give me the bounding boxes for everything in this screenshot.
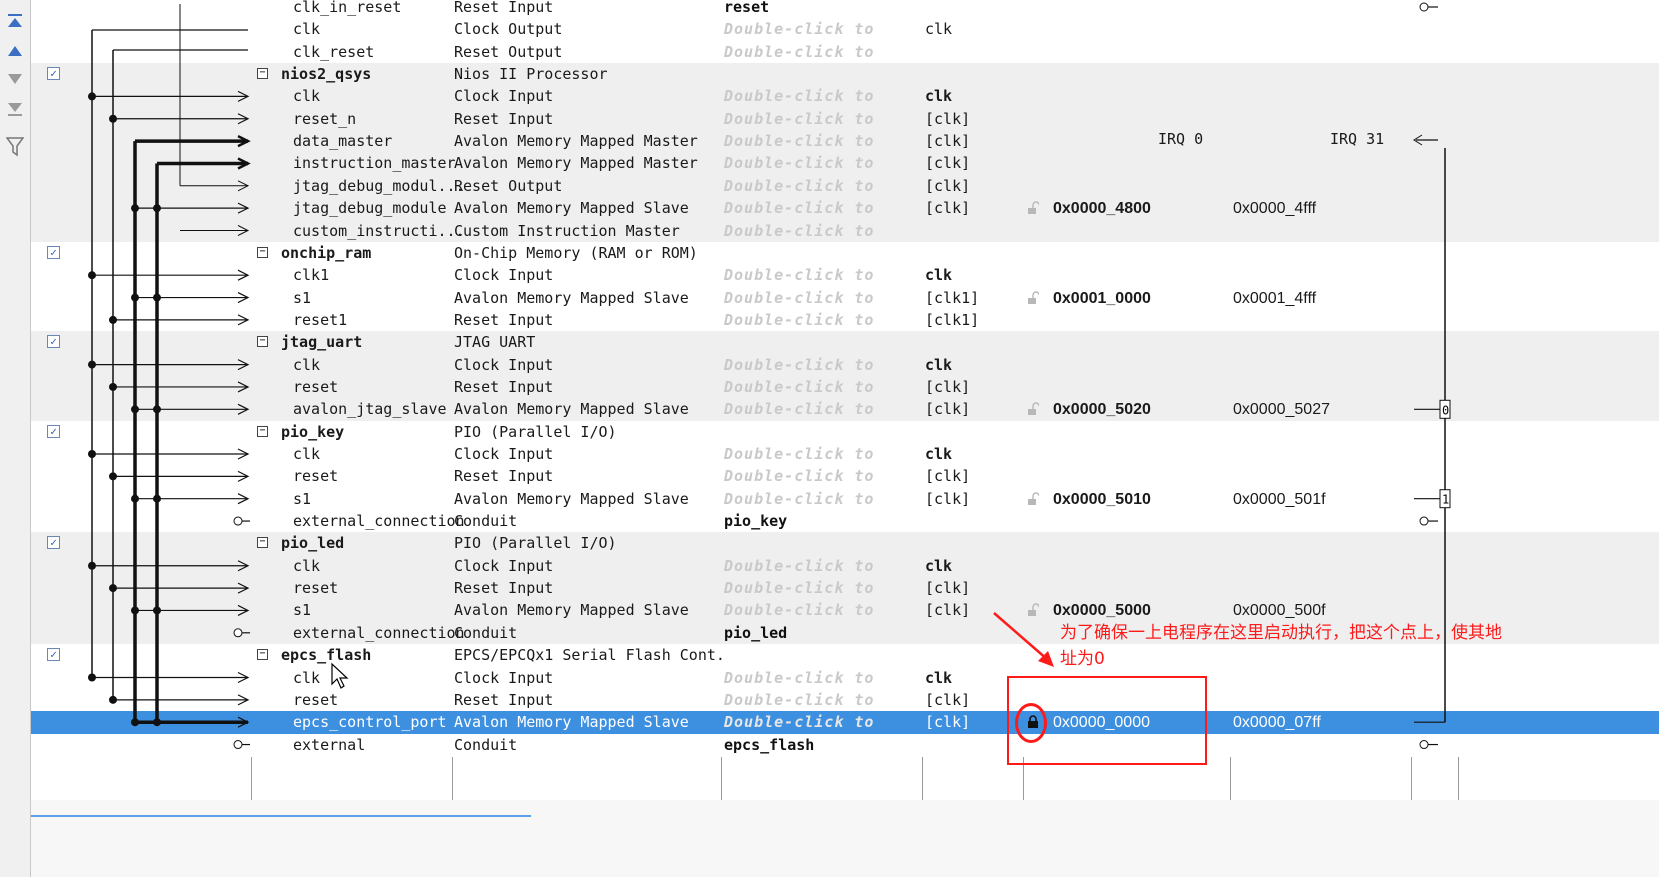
connection-dot[interactable] (88, 360, 96, 369)
connection-dot[interactable] (109, 114, 117, 123)
connection-dot[interactable] (109, 695, 117, 704)
export-port-icon[interactable] (1419, 740, 1429, 750)
connection-dot[interactable] (131, 718, 139, 727)
connection-dot[interactable] (153, 293, 161, 302)
mouse-cursor-icon (331, 662, 349, 689)
annotation-line-2: 址为0 (1060, 649, 1105, 669)
connection-dot[interactable] (131, 293, 139, 302)
connection-dot[interactable] (88, 92, 96, 101)
connection-dot[interactable] (88, 450, 96, 458)
connection-dot[interactable] (109, 472, 117, 481)
connection-dot[interactable] (153, 718, 161, 727)
annotation-arrow (993, 612, 1054, 667)
connection-dot[interactable] (88, 673, 96, 682)
export-port-icon[interactable] (1419, 516, 1429, 526)
connection-dot[interactable] (131, 606, 139, 615)
annotation-circle (1015, 703, 1047, 743)
connection-dot[interactable] (109, 315, 117, 324)
connection-dot[interactable] (131, 204, 139, 213)
connection-dot[interactable] (131, 494, 139, 503)
connection-dot[interactable] (109, 382, 117, 391)
connection-dot[interactable] (131, 405, 139, 414)
conduit-port-icon[interactable] (233, 628, 243, 638)
connection-dot[interactable] (88, 561, 96, 570)
connection-dot[interactable] (153, 606, 161, 615)
irq-start-label: IRQ 0 (1158, 130, 1204, 148)
irq-number: 0 (1442, 403, 1449, 417)
connections-panel: 01 (88, 2, 1451, 750)
bottom-panel (31, 800, 1659, 877)
export-port-icon[interactable] (1419, 2, 1429, 12)
connection-dot[interactable] (88, 271, 96, 280)
annotation-text: 为了确保一上电程序在这里启动执行，把这个点上，使其地 址为0 (1060, 620, 1560, 672)
annotation-line-1: 为了确保一上电程序在这里启动执行，把这个点上，使其地 (1060, 623, 1502, 643)
conduit-port-icon[interactable] (233, 516, 243, 526)
conduit-port-icon[interactable] (233, 740, 243, 750)
connection-dot[interactable] (153, 204, 161, 213)
connection-dot[interactable] (153, 405, 161, 414)
irq-number: 1 (1442, 493, 1449, 507)
connection-dot[interactable] (109, 584, 117, 593)
irq-end-label: IRQ 31 (1330, 130, 1385, 148)
horizontal-scrollbar[interactable] (31, 815, 531, 817)
connection-dot[interactable] (153, 494, 161, 503)
